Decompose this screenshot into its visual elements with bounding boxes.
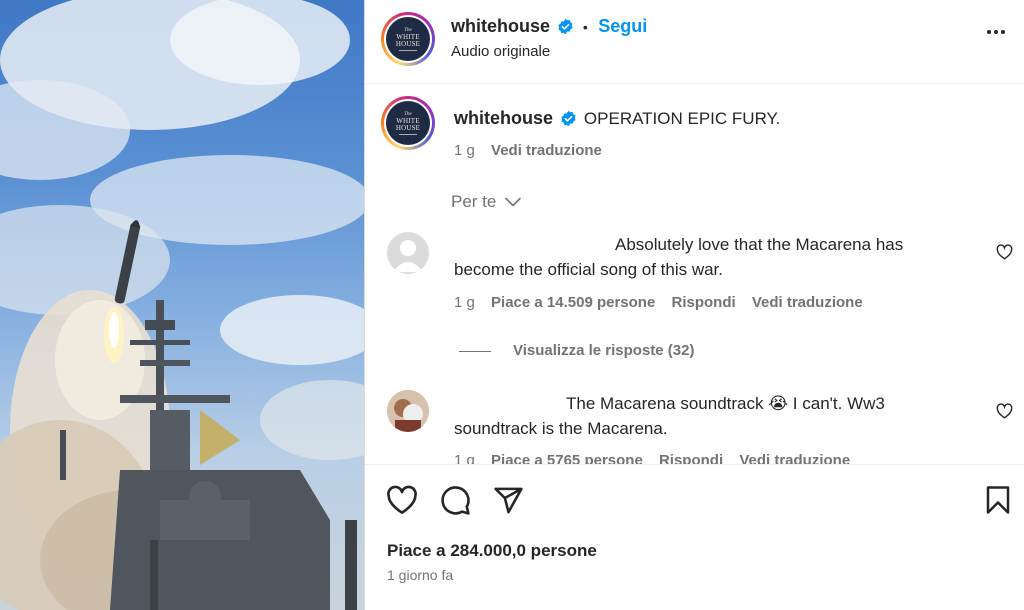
likes-count[interactable]: Piace a 284.000,0 persone <box>387 541 597 561</box>
comment-translate-link[interactable]: Vedi traduzione <box>739 452 850 464</box>
comment-likes-count[interactable]: Piace a 5765 persone <box>491 452 643 464</box>
avatar-text-house: HOUSE <box>395 123 421 132</box>
avatar-divider <box>399 133 417 135</box>
bookmark-icon[interactable] <box>985 485 1011 515</box>
comment-line: become the official song of this war. <box>454 260 724 279</box>
caption-translate-link[interactable]: Vedi traduzione <box>491 142 602 159</box>
comment-like-heart-icon[interactable] <box>996 403 1013 419</box>
verified-badge-icon <box>558 18 574 35</box>
post-details-panel: The WHITE HOUSE whitehouse • Segui Audio… <box>364 0 1024 610</box>
comment-icon[interactable] <box>440 485 471 516</box>
post-timestamp[interactable]: 1 giorno fa <box>387 567 453 583</box>
comment-age: 1 g <box>454 452 475 464</box>
default-user-icon <box>393 240 423 272</box>
caption-text: OPERATION EPIC FURY. <box>583 109 781 128</box>
audio-link[interactable]: Audio originale <box>451 43 550 60</box>
comment-meta: 1 g Piace a 5765 persone Rispondi Vedi t… <box>454 452 850 464</box>
commenter-avatar[interactable] <box>387 232 429 274</box>
caption: whitehouse OPERATION EPIC FURY. <box>454 108 780 129</box>
reply-button[interactable]: Rispondi <box>659 452 723 464</box>
post-actions: Piace a 284.000,0 persone 1 giorno fa <box>365 464 1024 610</box>
verified-badge-icon <box>561 110 577 127</box>
comment-line: The Macarena soundtrack 😭 I can't. Ww3 <box>566 394 885 413</box>
heart-icon[interactable] <box>386 485 418 515</box>
caption-age: 1 g <box>454 142 475 159</box>
avatar-text-the: The <box>404 111 412 117</box>
post-header: The WHITE HOUSE whitehouse • Segui Audio… <box>365 0 1024 84</box>
caption-meta: 1 g Vedi traduzione <box>454 142 602 159</box>
comment-body: Absolutely love that the Macarena has be… <box>454 232 954 282</box>
comment-sort-label: Per te <box>451 192 497 211</box>
post-media[interactable] <box>0 0 364 610</box>
caption-author-avatar[interactable]: The WHITE HOUSE <box>381 96 435 150</box>
follow-button[interactable]: Segui <box>598 16 647 36</box>
missile-launch-image <box>0 0 364 610</box>
view-replies-button[interactable]: Visualizza le risposte (32) <box>459 342 694 359</box>
comment-line: Absolutely love that the Macarena has <box>615 235 904 254</box>
view-replies-label: Visualizza le risposte (32) <box>513 342 695 359</box>
comments-scroll-area[interactable]: The WHITE HOUSE whitehouse OPERATION EPI… <box>365 84 1024 464</box>
reply-button[interactable]: Rispondi <box>671 294 735 311</box>
share-icon[interactable] <box>493 485 524 516</box>
more-options-icon[interactable] <box>987 30 1005 34</box>
comment-translate-link[interactable]: Vedi traduzione <box>752 294 863 311</box>
author-avatar[interactable]: The WHITE HOUSE <box>381 12 435 66</box>
avatar-text-the: The <box>404 27 412 33</box>
comment-meta: 1 g Piace a 14.509 persone Rispondi Vedi… <box>454 294 863 311</box>
avatar-text-house: HOUSE <box>395 39 421 48</box>
comment-likes-count[interactable]: Piace a 14.509 persone <box>491 294 655 311</box>
comment-age: 1 g <box>454 294 475 311</box>
avatar-divider <box>399 49 417 51</box>
chevron-down-icon <box>505 197 521 207</box>
comment-sort-dropdown[interactable]: Per te <box>451 192 521 212</box>
commenter-avatar[interactable] <box>387 390 429 432</box>
caption-username[interactable]: whitehouse <box>454 108 553 128</box>
user-photo-icon <box>387 390 429 432</box>
separator-dot: • <box>582 19 588 35</box>
author-username[interactable]: whitehouse <box>451 16 550 36</box>
comment-line: soundtrack is the Macarena. <box>454 419 668 438</box>
replies-divider <box>459 350 491 352</box>
comment-like-heart-icon[interactable] <box>996 244 1013 260</box>
comment-body: The Macarena soundtrack 😭 I can't. Ww3 s… <box>454 391 954 441</box>
